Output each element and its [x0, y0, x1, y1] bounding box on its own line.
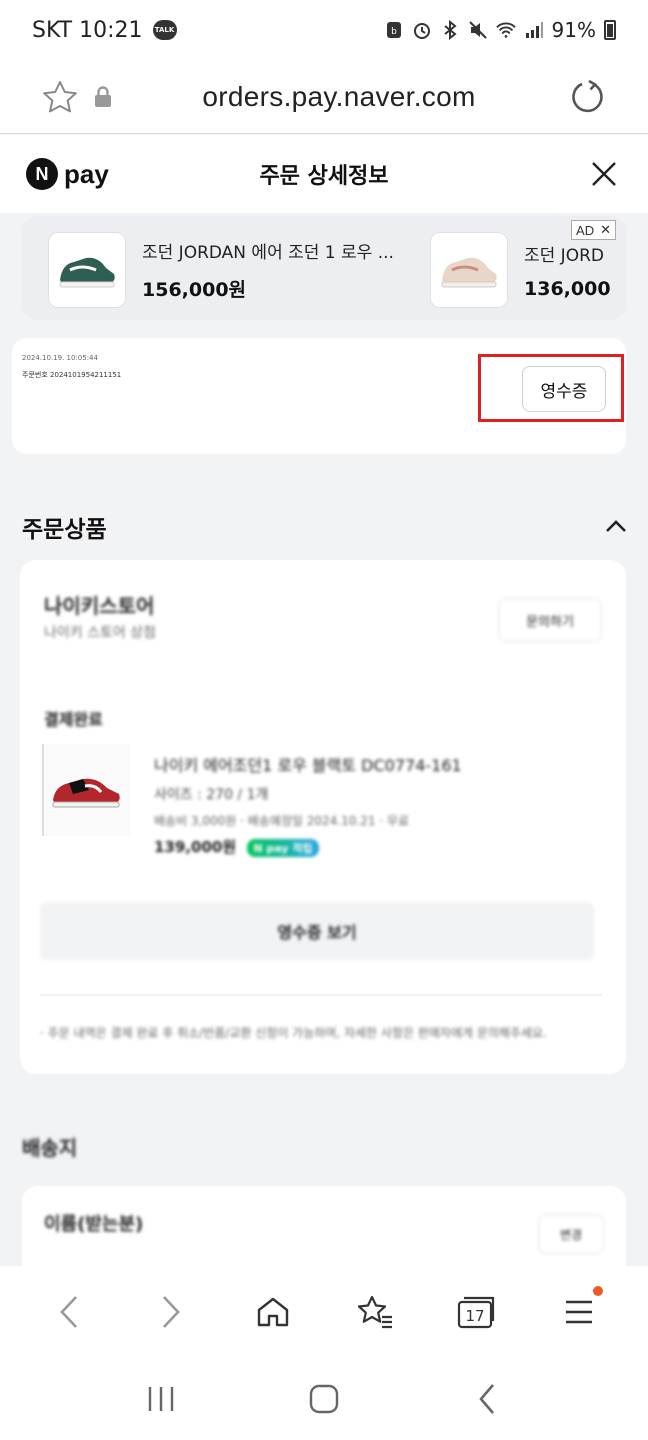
product-option: 사이즈 : 270 / 1개	[154, 787, 269, 803]
ad-product-image	[430, 232, 508, 308]
ad-banner[interactable]: AD ✕ 조던 JORDAN 에어 조던 1 로우 ... 156,000원 조…	[22, 216, 626, 320]
contact-seller-button[interactable]: 문의하기	[498, 598, 602, 642]
ordered-product-card: 나이키스토어 나이키 스토어 상점 문의하기 결제완료 나이키 에어조던1 로우…	[20, 560, 626, 1074]
home-icon[interactable]	[245, 1284, 301, 1340]
pay-logo-text: pay	[64, 158, 109, 189]
bookmarks-icon[interactable]	[347, 1284, 403, 1340]
ad-product-image	[48, 232, 126, 308]
browser-toolbar: 17	[0, 1266, 648, 1358]
forward-icon[interactable]	[143, 1284, 199, 1340]
notice-text: · 주문 내역은 결제 완료 후 취소/반품/교환 신청이 가능하며, 자세한 …	[40, 1026, 547, 1040]
order-date: 2024.10.19. 10:05:44	[22, 354, 98, 362]
tabs-icon[interactable]: 17	[449, 1284, 505, 1340]
mute-icon	[468, 20, 488, 40]
recent-apps-icon[interactable]	[133, 1371, 189, 1427]
npay-badge: N pay 적립	[247, 839, 319, 857]
battery-icon	[604, 20, 616, 40]
home-button-icon[interactable]	[296, 1371, 352, 1427]
section-title-shipping: 배송지	[22, 1136, 78, 1160]
ad-item[interactable]: 조던 JORDAN 에어 조던 1 로우 ... 156,000원	[48, 232, 394, 308]
tab-count: 17	[465, 1307, 484, 1325]
system-back-icon[interactable]	[459, 1371, 515, 1427]
close-icon[interactable]	[586, 156, 622, 192]
reload-icon[interactable]	[560, 69, 616, 125]
product-price-value: 139,000원	[154, 838, 237, 856]
seller-name[interactable]: 나이키스토어	[44, 590, 154, 619]
section-title-ordered-products: 주문상품	[22, 517, 107, 543]
url-field[interactable]: orders.pay.naver.com	[118, 81, 560, 113]
carrier-time: SKT 10:21	[32, 17, 143, 43]
npay-logo: N pay	[26, 158, 109, 190]
alarm-icon	[412, 20, 432, 40]
page-header: N pay 주문 상세정보	[0, 135, 648, 213]
product-name: 나이키 에어조던1 로우 블랙토 DC0774-161	[154, 756, 462, 775]
order-status-label: 결제완료	[44, 710, 103, 729]
ad-item[interactable]: 조던 JORD 136,000	[430, 232, 611, 308]
svg-text:b: b	[391, 27, 397, 37]
divider	[40, 994, 602, 996]
address-bar: orders.pay.naver.com	[0, 60, 648, 134]
menu-icon[interactable]	[551, 1284, 607, 1340]
bookmark-star-icon[interactable]	[32, 69, 88, 125]
order-info-card: 2024.10.19. 10:05:44 주문번호 20241019542111…	[12, 338, 626, 454]
recipient-name: 이름(받는분)	[44, 1214, 144, 1235]
status-bar: SKT 10:21 TALK b 91%	[0, 0, 648, 60]
ad-item-price: 136,000	[524, 277, 611, 300]
wifi-icon	[495, 20, 516, 40]
system-navigation	[0, 1358, 648, 1440]
chevron-up-icon[interactable]	[604, 516, 628, 536]
signal-icon	[524, 20, 544, 40]
back-icon[interactable]	[41, 1284, 97, 1340]
bluetooth-icon	[440, 20, 460, 40]
seller-subtitle: 나이키 스토어 상점	[44, 625, 156, 641]
product-price: 139,000원 N pay 적립	[154, 836, 319, 857]
product-image	[42, 744, 130, 836]
product-shipping: 배송비 3,000원 · 배송예정일 2024.10.21 · 무료	[154, 814, 410, 828]
lock-icon[interactable]	[88, 69, 118, 125]
talk-icon: TALK	[152, 20, 177, 40]
ad-item-name: 조던 JORD	[524, 245, 604, 266]
receipt-button[interactable]: 영수증	[522, 366, 606, 412]
ad-item-name: 조던 JORDAN 에어 조던 1 로우 ...	[142, 243, 394, 263]
product-row[interactable]: 나이키 에어조던1 로우 블랙토 DC0774-161 사이즈 : 270 / …	[42, 744, 602, 857]
pay-icon: b	[384, 20, 404, 40]
order-number: 주문번호 2024101954211151	[22, 371, 122, 379]
view-receipt-button[interactable]: 영수증 보기	[40, 902, 594, 960]
change-address-button[interactable]: 변경	[538, 1214, 604, 1254]
n-logo-icon: N	[26, 158, 58, 190]
ad-item-price: 156,000원	[142, 279, 247, 301]
battery-percent: 91%	[551, 18, 596, 42]
notification-dot	[593, 1286, 603, 1296]
